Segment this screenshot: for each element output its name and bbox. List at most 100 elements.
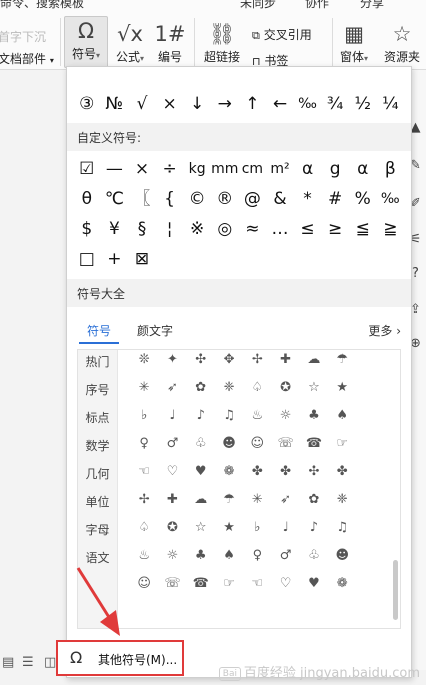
- library-symbol-cell[interactable]: ✣: [187, 346, 215, 374]
- symbol-cell[interactable]: #: [321, 184, 349, 214]
- symbol-cell[interactable]: …: [266, 214, 294, 244]
- library-symbol-cell[interactable]: ★: [328, 374, 356, 402]
- symbol-cell[interactable]: ¼: [377, 89, 405, 119]
- library-symbol-cell[interactable]: ✤: [328, 458, 356, 486]
- library-symbol-cell[interactable]: ☏: [271, 430, 299, 458]
- share-button[interactable]: 分享: [360, 0, 384, 11]
- library-symbol-cell[interactable]: ♭: [243, 514, 271, 542]
- symbol-cell[interactable]: g: [321, 154, 349, 184]
- library-symbol-cell[interactable]: [356, 542, 384, 570]
- symbol-cell[interactable]: θ: [73, 184, 101, 214]
- symbol-cell[interactable]: [128, 67, 156, 79]
- library-symbol-cell[interactable]: ♥: [300, 570, 328, 598]
- library-symbol-cell[interactable]: ☻: [328, 542, 356, 570]
- symbol-cell[interactable]: ¥: [101, 214, 129, 244]
- library-symbol-cell[interactable]: ☂: [215, 486, 243, 514]
- library-symbol-cell[interactable]: ☂: [328, 346, 356, 374]
- symbol-cell[interactable]: m²: [266, 154, 294, 184]
- symbol-cell[interactable]: ≤: [294, 214, 322, 244]
- library-symbol-cell[interactable]: ♡: [158, 458, 186, 486]
- symbol-cell[interactable]: *: [294, 184, 322, 214]
- symbol-cell[interactable]: α: [294, 154, 322, 184]
- tab-symbol[interactable]: 符号: [79, 319, 120, 344]
- library-symbol-cell[interactable]: ✚: [158, 486, 186, 514]
- library-symbol-cell[interactable]: ☆: [187, 514, 215, 542]
- library-symbol-cell[interactable]: ✳: [130, 374, 158, 402]
- cross-reference-button[interactable]: ⧉ 交叉引用: [252, 26, 312, 43]
- symbol-cell[interactable]: —: [101, 154, 129, 184]
- library-symbol-cell[interactable]: ☆: [300, 374, 328, 402]
- library-symbol-cell[interactable]: ☎: [187, 570, 215, 598]
- symbol-cell[interactable]: ×: [128, 154, 156, 184]
- library-symbol-cell[interactable]: [356, 514, 384, 542]
- category-item[interactable]: 标点: [78, 404, 117, 432]
- symbol-cell[interactable]: ↓: [183, 89, 211, 119]
- book-view-icon[interactable]: ◫: [44, 655, 56, 670]
- library-symbol-cell[interactable]: ☁: [300, 346, 328, 374]
- library-symbol-cell[interactable]: ☜: [130, 458, 158, 486]
- library-symbol-cell[interactable]: ✢: [130, 486, 158, 514]
- other-symbols-button[interactable]: Ω 其他符号(M)...: [56, 640, 184, 676]
- symbol-cell[interactable]: ½: [349, 89, 377, 119]
- symbol-cell[interactable]: [294, 67, 322, 79]
- library-symbol-cell[interactable]: ☼: [158, 542, 186, 570]
- library-symbol-cell[interactable]: ♂: [158, 430, 186, 458]
- library-symbol-cell[interactable]: ♧: [187, 430, 215, 458]
- symbol-cell[interactable]: ≧: [377, 214, 405, 244]
- symbol-cell[interactable]: +: [101, 244, 129, 274]
- symbol-cell[interactable]: [156, 67, 184, 79]
- form-tool-button[interactable]: ▦ 窗体▾: [336, 20, 372, 65]
- symbol-cell[interactable]: 〖: [128, 184, 156, 214]
- library-symbol-cell[interactable]: ✪: [158, 514, 186, 542]
- category-item[interactable]: 热门: [78, 348, 117, 376]
- symbol-cell[interactable]: [101, 67, 129, 79]
- library-symbol-cell[interactable]: ☺: [243, 430, 271, 458]
- symbol-cell[interactable]: ¦: [156, 214, 184, 244]
- symbol-cell[interactable]: √: [128, 89, 156, 119]
- category-item[interactable]: 数学: [78, 432, 117, 460]
- library-symbol-cell[interactable]: ☺: [130, 570, 158, 598]
- symbol-cell[interactable]: ※: [183, 214, 211, 244]
- symbol-cell[interactable]: [349, 67, 377, 79]
- library-symbol-cell[interactable]: ♩: [271, 514, 299, 542]
- library-symbol-cell[interactable]: [356, 430, 384, 458]
- category-item[interactable]: 语文: [78, 544, 117, 572]
- hyperlink-tool-button[interactable]: ⛓ 超链接: [200, 20, 244, 65]
- symbol-cell[interactable]: ←: [266, 89, 294, 119]
- library-symbol-cell[interactable]: ♣: [300, 402, 328, 430]
- symbol-cell[interactable]: mm: [211, 154, 239, 184]
- symbol-cell[interactable]: →: [211, 89, 239, 119]
- library-symbol-cell[interactable]: ✤: [243, 458, 271, 486]
- library-symbol-cell[interactable]: ♫: [328, 514, 356, 542]
- formula-tool-button[interactable]: √x 公式▾: [112, 20, 148, 65]
- category-item[interactable]: 单位: [78, 488, 117, 516]
- library-symbol-cell[interactable]: ✪: [271, 374, 299, 402]
- symbol-cell[interactable]: ‰: [377, 184, 405, 214]
- symbol-cell[interactable]: ®: [211, 184, 239, 214]
- symbol-cell[interactable]: ≥: [321, 214, 349, 244]
- library-symbol-cell[interactable]: ♩: [158, 402, 186, 430]
- symbol-cell[interactable]: [73, 67, 101, 79]
- resource-folder-button[interactable]: ☆ 资源夹: [380, 20, 424, 65]
- symbol-cell[interactable]: [239, 67, 267, 79]
- library-symbol-cell[interactable]: ❊: [130, 346, 158, 374]
- library-symbol-cell[interactable]: ☞: [215, 570, 243, 598]
- library-symbol-cell[interactable]: ❈: [215, 374, 243, 402]
- library-symbol-cell[interactable]: ☻: [215, 430, 243, 458]
- library-symbol-cell[interactable]: [356, 570, 384, 598]
- symbol-cell[interactable]: ℃: [101, 184, 129, 214]
- library-symbol-cell[interactable]: ♧: [300, 542, 328, 570]
- symbol-cell[interactable]: [183, 67, 211, 79]
- library-symbol-cell[interactable]: ♠: [215, 542, 243, 570]
- symbol-cell[interactable]: ≈: [239, 214, 267, 244]
- symbol-cell[interactable]: □: [73, 244, 101, 274]
- library-symbol-cell[interactable]: ☜: [243, 570, 271, 598]
- view-mode-icon[interactable]: ▤: [2, 655, 14, 670]
- library-symbol-cell[interactable]: ✦: [158, 346, 186, 374]
- symbol-cell[interactable]: ◎: [211, 214, 239, 244]
- category-item[interactable]: 字母: [78, 516, 117, 544]
- symbol-cell[interactable]: {: [156, 184, 184, 214]
- symbol-cell[interactable]: [211, 67, 239, 79]
- library-symbol-cell[interactable]: ✣: [300, 458, 328, 486]
- category-item[interactable]: 几何: [78, 460, 117, 488]
